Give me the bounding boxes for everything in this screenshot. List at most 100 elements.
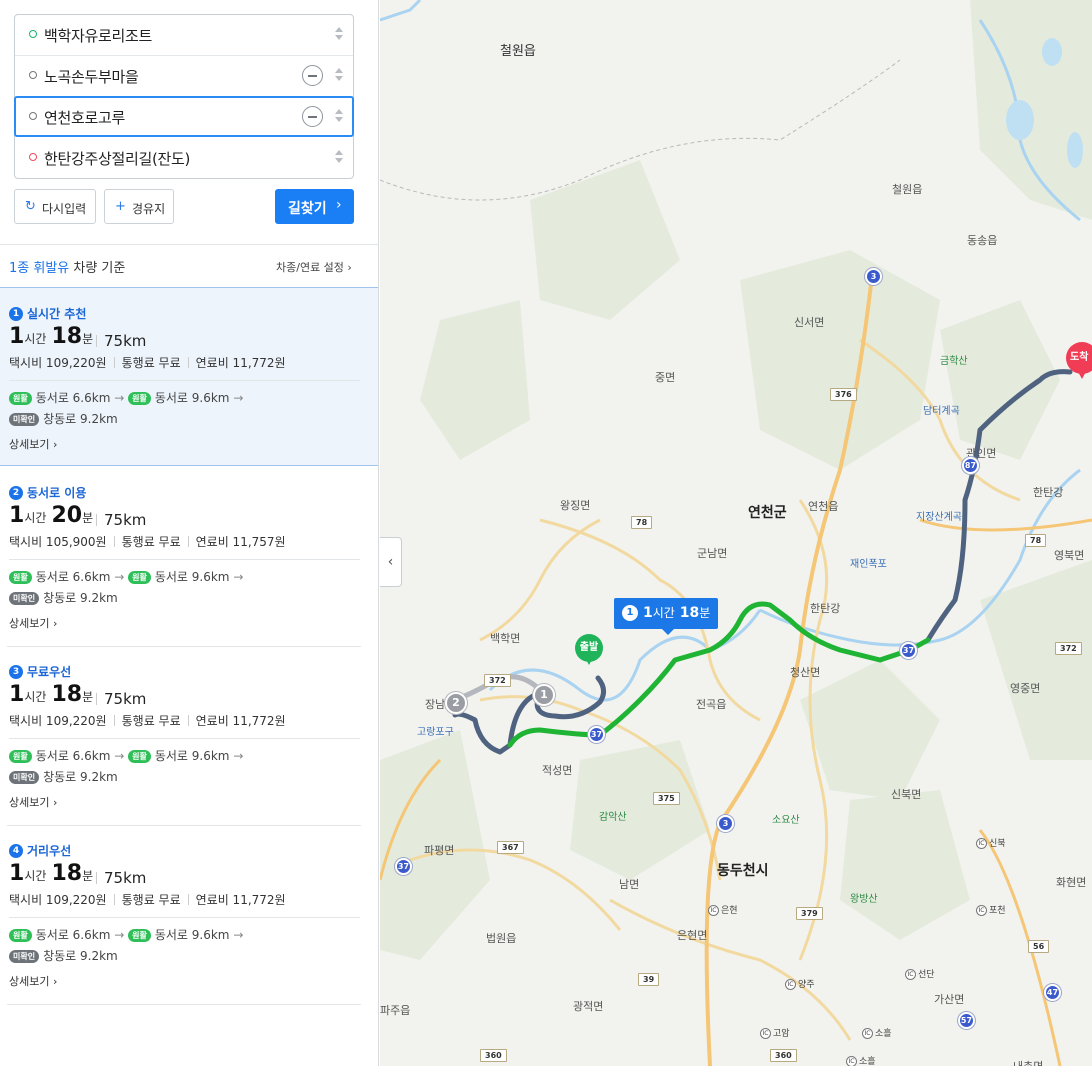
- divider: [9, 380, 360, 381]
- national-road-sign: 372: [1055, 642, 1082, 655]
- divider: [9, 738, 360, 739]
- place-label: 법원읍: [486, 932, 517, 945]
- route-fees: 택시비 105,900원 통행료 무료 연료비 11,757원: [9, 535, 286, 549]
- national-road-sign: 56: [1028, 940, 1050, 953]
- place-label: 감악산: [599, 812, 627, 823]
- interchange-icon: IC: [862, 1028, 873, 1039]
- plus-icon: +: [115, 199, 126, 214]
- interchange-icon: IC: [785, 979, 796, 990]
- start-marker[interactable]: 출발: [575, 634, 603, 670]
- route-detail-link[interactable]: 상세보기 ›: [9, 436, 57, 452]
- route-card-3[interactable]: 3 무료우선 1시간 18분 75km 택시비 109,220원 통행료 무료 연료…: [0, 646, 378, 826]
- route-name: 무료우선: [27, 665, 72, 679]
- place-label: 영중면: [1010, 682, 1041, 695]
- place-label: 한탄강: [1033, 486, 1064, 499]
- ic-marker: IC 은현: [708, 903, 738, 916]
- place-label: 소요산: [772, 815, 800, 826]
- waypoint-list: 백학자유로리조트 노곡손두부마을 연천호로고루 한탄강주상절리길(잔도): [14, 14, 354, 179]
- minute-unit: 분: [699, 606, 711, 620]
- via-dot-icon: [29, 112, 37, 120]
- route-traffic: 원활 동서로 6.6km → 원활 동서로 9.6km →: [9, 568, 243, 585]
- route-card-4[interactable]: 4 거리우선 1시간 18분 75km 택시비 109,220원 통행료 무료 연료…: [0, 825, 378, 1005]
- route-detail-link[interactable]: 상세보기 ›: [9, 615, 57, 631]
- refresh-icon: ↻: [25, 199, 36, 214]
- route-duration: 1시간 18분: [9, 682, 94, 707]
- divider: [96, 872, 97, 884]
- route-time-label[interactable]: 1 1시간 18분: [614, 598, 719, 635]
- route-shield-icon: 3: [865, 268, 882, 285]
- waypoint-label[interactable]: 연천호로고루: [44, 107, 125, 128]
- route-hours: 1: [643, 605, 653, 621]
- route-fees: 택시비 109,220원 통행료 무료 연료비 11,772원: [9, 714, 286, 728]
- national-road-sign: 78: [1025, 534, 1047, 547]
- drag-handle-icon[interactable]: [334, 148, 344, 166]
- search-route-button[interactable]: 길찾기 ›: [275, 189, 354, 224]
- place-label: 동두천시: [717, 863, 769, 879]
- route-fees: 택시비 109,220원 통행료 무료 연료비 11,772원: [9, 893, 286, 907]
- route-traffic-unknown: 미확인 창동로 9.2km: [9, 947, 118, 964]
- place-label: 파평면: [424, 844, 455, 857]
- via-dot-icon: [29, 71, 37, 79]
- route-shield-icon: 47: [1044, 984, 1061, 1001]
- place-label: 왕방산: [850, 894, 878, 905]
- search-label: 길찾기: [288, 201, 327, 217]
- place-label: 전곡읍: [696, 698, 727, 711]
- goal-dot-icon: [29, 153, 37, 161]
- route-shield-icon: 37: [588, 726, 605, 743]
- route-shield-icon: 87: [962, 457, 979, 474]
- waypoint-label[interactable]: 노곡손두부마을: [44, 66, 139, 87]
- national-road-sign: 376: [830, 388, 857, 401]
- ic-marker: IC 신북: [976, 836, 1006, 849]
- drag-handle-icon[interactable]: [334, 66, 344, 84]
- route-card-1[interactable]: 1 실시간 추천 1시간 18분 75km 택시비 109,220원 통행료 무료…: [0, 287, 378, 466]
- drag-handle-icon[interactable]: [334, 107, 344, 125]
- place-label: 군남면: [697, 547, 728, 560]
- interchange-icon: IC: [905, 969, 916, 980]
- place-label: 금학산: [940, 356, 968, 367]
- national-road-sign: 360: [480, 1049, 507, 1062]
- remove-waypoint-icon[interactable]: [302, 65, 323, 86]
- waypoint-via-2[interactable]: 연천호로고루: [14, 96, 354, 137]
- route-detail-link[interactable]: 상세보기 ›: [9, 973, 57, 989]
- national-road-sign: 360: [770, 1049, 797, 1062]
- route-index-badge: 1: [622, 605, 638, 621]
- remove-waypoint-icon[interactable]: [302, 106, 323, 127]
- waypoint-via-1[interactable]: 노곡손두부마을: [15, 56, 353, 97]
- ic-marker: IC 포천: [976, 903, 1006, 916]
- panel-collapse-button[interactable]: ‹: [380, 537, 402, 587]
- map-canvas[interactable]: 철원읍 철원읍 동송읍 신서면 중면 금학산 담터계곡 관인면 한탄강 영북면 왕징면 연천군 연천읍 지…: [380, 0, 1092, 1066]
- waypoint-goal[interactable]: 한탄강주상절리길(잔도): [15, 138, 353, 179]
- route-traffic-unknown: 미확인 창동로 9.2km: [9, 589, 118, 606]
- ic-label: 소흘: [875, 1029, 892, 1039]
- route-duration: 1시간 18분: [9, 861, 94, 886]
- route-duration: 1시간 18분: [9, 324, 94, 349]
- waypoint-marker[interactable]: 2: [445, 692, 467, 714]
- add-via-button[interactable]: + 경유지: [104, 189, 174, 224]
- route-traffic-unknown: 미확인 창동로 9.2km: [9, 768, 118, 785]
- ic-label: 은현: [721, 906, 738, 916]
- divider: [96, 335, 97, 347]
- waypoint-marker[interactable]: 1: [533, 684, 555, 706]
- route-detail-link[interactable]: 상세보기 ›: [9, 794, 57, 810]
- place-label: 연천군: [748, 505, 787, 521]
- route-distance: 75km: [104, 690, 147, 708]
- route-index-badge: 3: [9, 665, 23, 679]
- reset-button[interactable]: ↻ 다시입력: [14, 189, 96, 224]
- goal-marker[interactable]: 도착: [1066, 342, 1092, 382]
- route-card-2[interactable]: 2 동서로 이용 1시간 20분 75km 택시비 105,900원 통행료 무료…: [0, 467, 378, 647]
- drag-handle-icon[interactable]: [334, 25, 344, 43]
- route-shield-icon: 37: [395, 858, 412, 875]
- waypoint-label[interactable]: 백학자유로리조트: [44, 25, 152, 46]
- ic-label: 포천: [989, 906, 1006, 916]
- route-index-badge: 2: [9, 486, 23, 500]
- vehicle-settings-link[interactable]: 차종/연료 설정 ›: [276, 259, 352, 275]
- ic-label: 고암: [773, 1029, 790, 1039]
- place-label: 고랑포구: [417, 727, 454, 738]
- vehicle-type: 1종 휘발유: [9, 261, 70, 276]
- route-minutes: 18: [679, 605, 700, 621]
- waypoint-start[interactable]: 백학자유로리조트: [15, 15, 353, 56]
- interchange-icon: IC: [760, 1028, 771, 1039]
- divider: [9, 917, 360, 918]
- waypoint-label[interactable]: 한탄강주상절리길(잔도): [44, 148, 190, 169]
- place-label: 연천읍: [808, 500, 839, 513]
